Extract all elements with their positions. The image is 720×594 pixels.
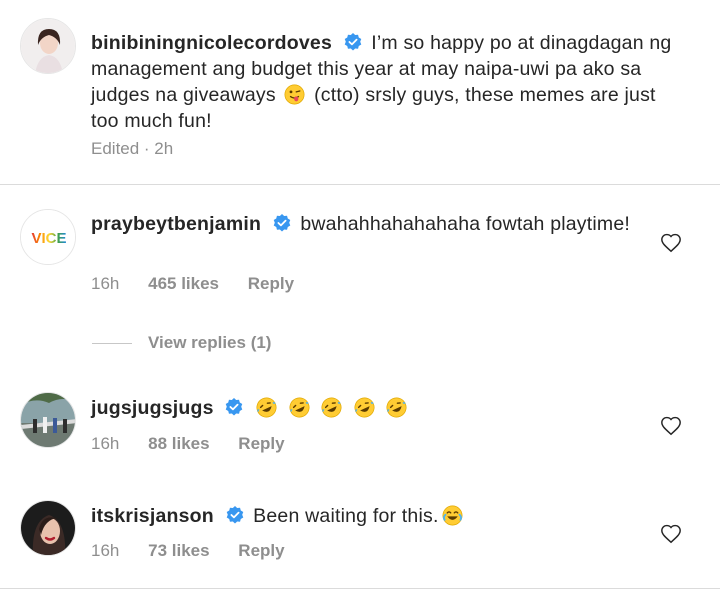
post-meta: Edited · 2h — [91, 139, 197, 159]
comment-avatar-jugsjugsjugs[interactable] — [20, 392, 76, 448]
verified-badge-icon — [226, 398, 243, 416]
comment-text-jugsjugsjugs: jugsjugsjugs — [91, 395, 640, 421]
like-heart-icon[interactable] — [660, 232, 682, 254]
comment-body: Been waiting for this. — [253, 505, 439, 527]
rolling-on-the-floor-laughing-emoji — [256, 397, 277, 418]
view-replies-button[interactable]: View replies (1) — [148, 333, 271, 353]
winking-face-with-tongue-emoji — [284, 84, 305, 105]
comment-avatar-itskrisjanson[interactable] — [20, 500, 76, 556]
post-divider — [0, 184, 720, 185]
rolling-on-the-floor-laughing-emoji — [386, 397, 407, 418]
post-author-avatar[interactable] — [20, 18, 76, 74]
reply-button[interactable]: Reply — [238, 434, 284, 453]
comment-text-praybeytbenjamin: praybeytbenjamin bwahahhahahahaha fowtah… — [91, 211, 640, 237]
verified-badge-icon — [273, 214, 290, 232]
post-author-username[interactable]: binibiningnicolecordoves — [91, 32, 332, 54]
comment-body: bwahahhahahahaha fowtah playtime! — [300, 213, 631, 235]
post-caption: binibiningnicolecordoves I’m so happy po… — [91, 30, 680, 134]
view-replies-line — [92, 343, 132, 344]
comment-time: 16h — [91, 434, 120, 453]
verified-badge-icon — [226, 506, 243, 524]
comment-likes[interactable]: 88 likes — [148, 434, 209, 453]
comment-text-itskrisjanson: itskrisjanson Been waiting for this. — [91, 503, 640, 529]
reply-button[interactable]: Reply — [248, 274, 294, 293]
vice-logo-text: VICE — [31, 230, 66, 247]
like-heart-icon[interactable] — [660, 523, 682, 545]
bottom-divider — [0, 588, 720, 589]
post-status: Edited · 2h — [91, 139, 174, 158]
like-heart-icon[interactable] — [660, 415, 682, 437]
comment-likes[interactable]: 465 likes — [148, 274, 219, 293]
comment-likes[interactable]: 73 likes — [148, 541, 209, 560]
comment-username[interactable]: praybeytbenjamin — [91, 213, 261, 235]
rolling-on-the-floor-laughing-emoji — [354, 397, 375, 418]
reply-button[interactable]: Reply — [238, 541, 284, 560]
comment-meta: 16h 73 likes Reply — [91, 541, 309, 561]
comment-username[interactable]: itskrisjanson — [91, 505, 214, 527]
rolling-on-the-floor-laughing-emoji — [289, 397, 310, 418]
rolling-on-the-floor-laughing-emoji — [321, 397, 342, 418]
emoji-group — [253, 397, 411, 419]
face-with-tears-of-joy-emoji — [442, 505, 463, 526]
verified-badge-icon — [344, 33, 361, 51]
comment-meta: 16h 88 likes Reply — [91, 434, 309, 454]
comment-meta: 16h 465 likes Reply — [91, 274, 318, 294]
comment-time: 16h — [91, 541, 120, 560]
comment-time: 16h — [91, 274, 120, 293]
comment-username[interactable]: jugsjugsjugs — [91, 397, 214, 419]
comment-avatar-praybeytbenjamin[interactable]: VICE — [20, 209, 76, 265]
